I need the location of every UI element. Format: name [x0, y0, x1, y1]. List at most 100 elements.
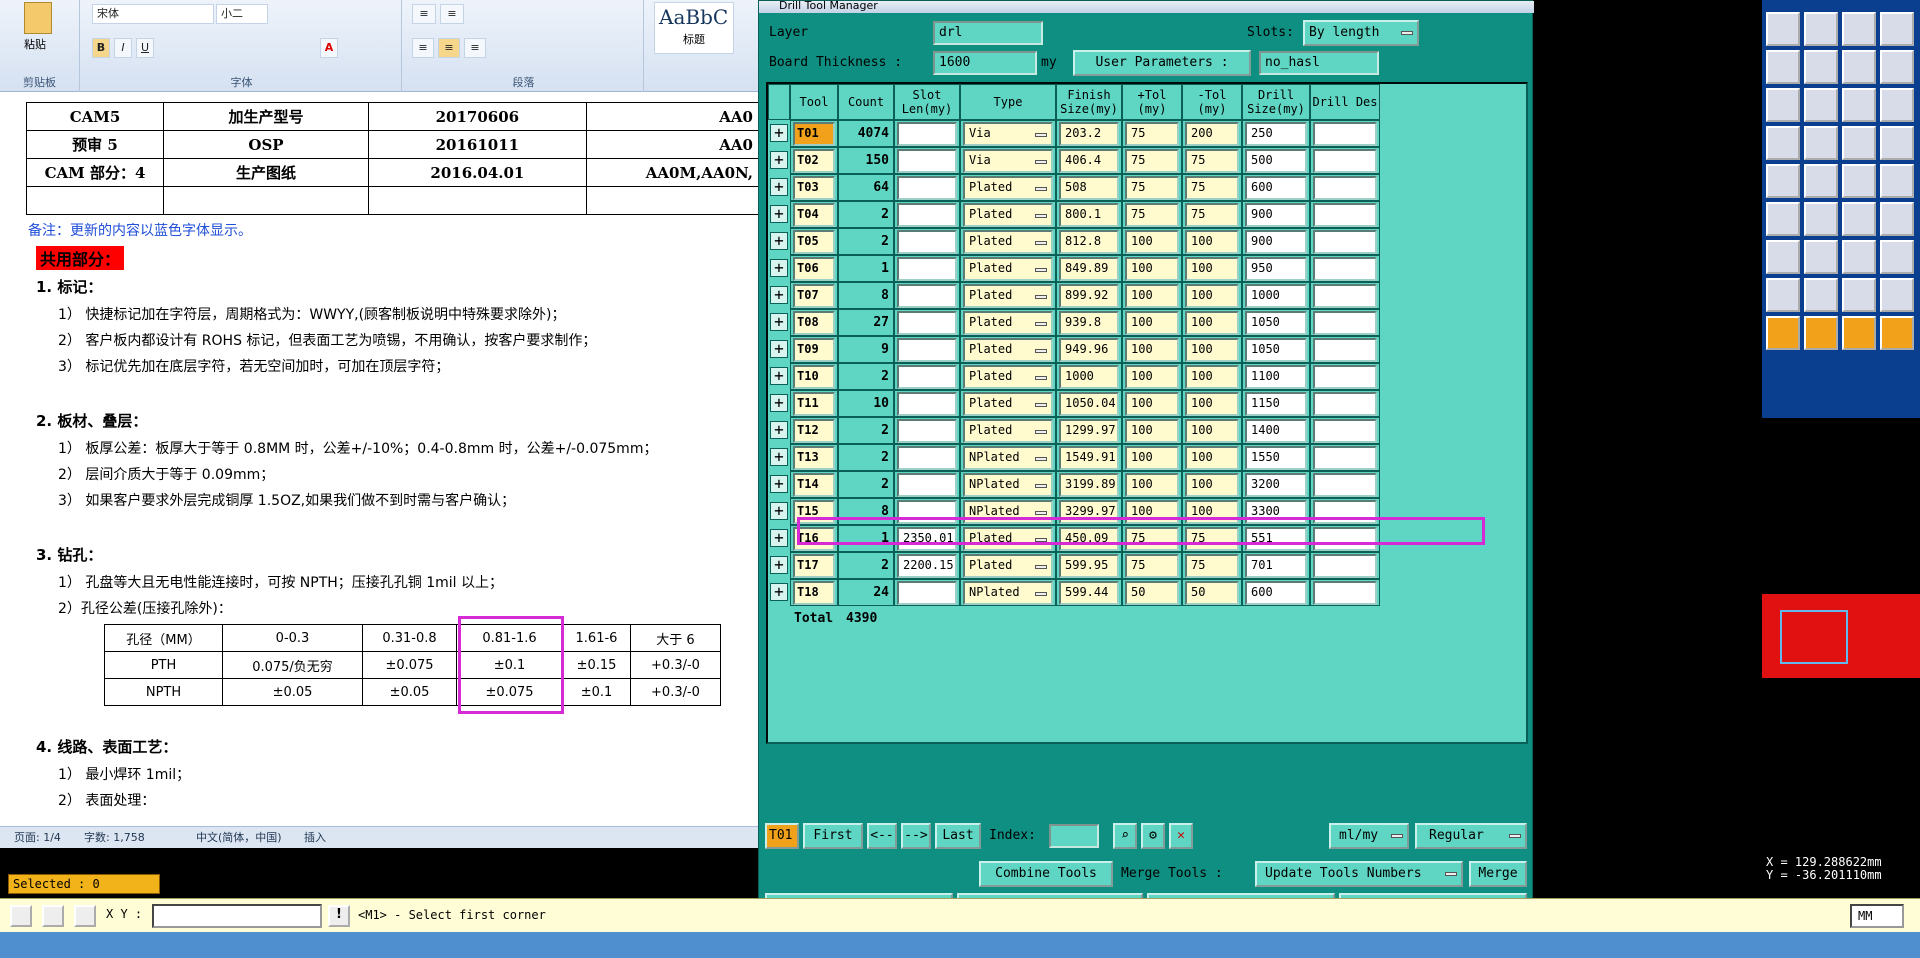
slot-len-field[interactable] [897, 473, 957, 497]
slot-len-field[interactable] [897, 284, 957, 308]
merge-button[interactable]: Merge [1469, 861, 1527, 887]
drill-des-field[interactable] [1313, 284, 1377, 308]
type-select[interactable]: Plated [963, 554, 1053, 578]
pick-icon[interactable] [1804, 316, 1838, 350]
type-select[interactable]: Plated [963, 419, 1053, 443]
drill-size-field[interactable]: 600 [1245, 176, 1307, 200]
type-select[interactable]: NPlated [963, 446, 1053, 470]
finish-size-field[interactable]: 849.89 [1059, 257, 1119, 281]
plus-tol-field[interactable]: 100 [1125, 338, 1179, 362]
units-select[interactable]: ml/my [1329, 823, 1409, 849]
minus-tol-field[interactable]: 100 [1185, 446, 1239, 470]
type-select[interactable]: Plated [963, 203, 1053, 227]
current-tool-field[interactable]: T01 [765, 823, 799, 849]
rotate-icon[interactable] [1842, 202, 1876, 236]
type-select[interactable]: Plated [963, 365, 1053, 389]
expand-icon[interactable]: + [770, 340, 788, 358]
sym-icon[interactable] [1880, 278, 1914, 312]
drill-des-field[interactable] [1313, 473, 1377, 497]
plus-tol-field[interactable]: 100 [1125, 311, 1179, 335]
expand-icon[interactable]: + [770, 313, 788, 331]
bullets-button[interactable]: ≡ [412, 4, 436, 24]
expand-icon[interactable]: + [770, 205, 788, 223]
next-button[interactable]: --> [901, 823, 931, 849]
drill-des-field[interactable] [1313, 149, 1377, 173]
underline-button[interactable]: U [136, 38, 154, 58]
index-field[interactable] [1049, 824, 1099, 848]
expand-icon[interactable]: + [770, 556, 788, 574]
mirror-icon[interactable] [1880, 202, 1914, 236]
slot-len-field[interactable] [897, 149, 957, 173]
drill-des-field[interactable] [1313, 446, 1377, 470]
type-select[interactable]: Plated [963, 392, 1053, 416]
language-status[interactable]: 中文(简体，中国) [196, 827, 282, 848]
minus-tol-field[interactable]: 100 [1185, 365, 1239, 389]
expand-icon[interactable]: + [770, 124, 788, 142]
drill-size-field[interactable]: 1050 [1245, 311, 1307, 335]
paste-icon[interactable] [24, 2, 52, 34]
user-parameters-field[interactable]: no_hasl [1259, 51, 1379, 75]
font-color-button[interactable]: A [320, 38, 338, 58]
drill-des-field[interactable] [1313, 257, 1377, 281]
edit-icon[interactable] [1804, 202, 1838, 236]
probe-icon[interactable] [1842, 316, 1876, 350]
type-select[interactable]: Via [963, 122, 1053, 146]
plus-tol-field[interactable]: 100 [1125, 230, 1179, 254]
scale-icon[interactable] [1842, 50, 1876, 84]
group-icon[interactable] [1880, 240, 1914, 274]
slot-len-field[interactable] [897, 338, 957, 362]
plus-tol-field[interactable]: 75 [1125, 176, 1179, 200]
slot-len-field[interactable] [897, 203, 957, 227]
combine-tools-button[interactable]: Combine Tools [979, 861, 1113, 887]
slot-len-field[interactable] [897, 311, 957, 335]
frame-icon[interactable] [1880, 12, 1914, 46]
minus-tol-field[interactable]: 75 [1185, 554, 1239, 578]
settings-icon[interactable]: ⚙ [1141, 823, 1165, 849]
plus-tol-field[interactable]: 75 [1125, 149, 1179, 173]
plus-tol-field[interactable]: 75 [1125, 203, 1179, 227]
drill-des-field[interactable] [1313, 203, 1377, 227]
expand-icon[interactable]: + [770, 448, 788, 466]
unit-select[interactable]: MM [1850, 904, 1904, 928]
drill-size-field[interactable]: 950 [1245, 257, 1307, 281]
finish-size-field[interactable]: 1000 [1059, 365, 1119, 389]
drill-des-field[interactable] [1313, 122, 1377, 146]
finish-size-field[interactable]: 3199.89 [1059, 473, 1119, 497]
home-icon[interactable] [1842, 12, 1876, 46]
align-center-button[interactable]: ≡ [438, 38, 460, 58]
drill-des-field[interactable] [1313, 554, 1377, 578]
finish-size-field[interactable]: 899.92 [1059, 284, 1119, 308]
grid-icon[interactable] [74, 905, 96, 927]
ruler-icon[interactable] [1842, 126, 1876, 160]
expand-icon[interactable]: + [770, 151, 788, 169]
slot-len-field[interactable]: 2200.15 [897, 554, 957, 578]
type-select[interactable]: Plated [963, 230, 1053, 254]
first-button[interactable]: First [803, 823, 863, 849]
drill-size-field[interactable]: 900 [1245, 230, 1307, 254]
style-gallery[interactable]: AaBbC 标题 [654, 2, 734, 54]
export-icon[interactable] [1804, 12, 1838, 46]
font-size-select[interactable]: 小二 [216, 4, 268, 24]
minus-tol-field[interactable]: 100 [1185, 284, 1239, 308]
type-select[interactable]: Plated [963, 257, 1053, 281]
xy-input[interactable] [152, 904, 322, 928]
slot-len-field[interactable] [897, 230, 957, 254]
drill-size-field[interactable]: 1550 [1245, 446, 1307, 470]
minus-tol-field[interactable]: 75 [1185, 176, 1239, 200]
font-name-select[interactable]: 宋体 [92, 4, 214, 24]
board-thickness-field[interactable]: 1600 [933, 51, 1037, 75]
drill-size-field[interactable]: 500 [1245, 149, 1307, 173]
circle-icon[interactable] [1766, 126, 1800, 160]
drill-des-field[interactable] [1313, 581, 1377, 605]
plus-tol-field[interactable]: 75 [1125, 122, 1179, 146]
align-left-button[interactable]: ≡ [412, 38, 434, 58]
numbering-button[interactable]: ≡ [440, 4, 464, 24]
last-button[interactable]: Last [935, 823, 981, 849]
drill-des-field[interactable] [1313, 311, 1377, 335]
mode-select[interactable]: Regular [1415, 823, 1527, 849]
expand-icon[interactable]: + [770, 583, 788, 601]
drill-size-field[interactable]: 1000 [1245, 284, 1307, 308]
dash-icon[interactable] [1804, 240, 1838, 274]
drill-des-field[interactable] [1313, 176, 1377, 200]
finish-size-field[interactable]: 1050.04 [1059, 392, 1119, 416]
